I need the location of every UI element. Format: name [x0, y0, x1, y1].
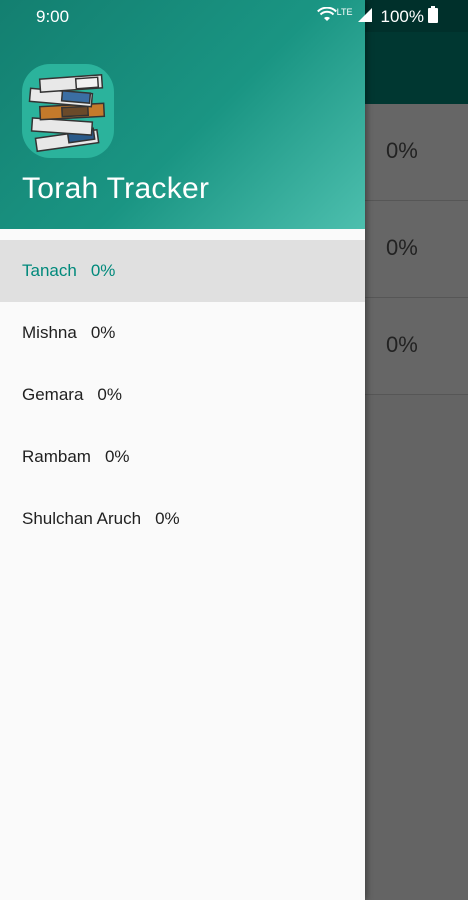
- drawer-menu: Tanach 0% Mishna 0% Gemara 0% Rambam 0% …: [0, 240, 365, 550]
- navigation-drawer: Torah Tracker Tanach 0% Mishna 0% Gemara…: [0, 0, 365, 900]
- status-time: 9:00: [36, 7, 70, 26]
- wifi-icon: [316, 6, 337, 28]
- battery-icon: [428, 6, 438, 28]
- books-stack-logo: [22, 64, 114, 158]
- app-title: Torah Tracker: [22, 172, 210, 205]
- drawer-item-shulchan-aruch[interactable]: Shulchan Aruch 0%: [0, 488, 365, 550]
- drawer-item-percent: 0%: [90, 323, 116, 342]
- drawer-item-gemara[interactable]: Gemara 0%: [0, 364, 365, 426]
- drawer-item-label: Rambam: [22, 447, 91, 466]
- drawer-item-percent: 0%: [104, 447, 130, 466]
- drawer-item-percent: 0%: [90, 261, 116, 280]
- drawer-item-rambam[interactable]: Rambam 0%: [0, 426, 365, 488]
- drawer-item-percent: 0%: [97, 385, 122, 404]
- status-bar: 9:00 LTE 100%: [0, 0, 468, 32]
- drawer-item-mishna[interactable]: Mishna 0%: [0, 302, 365, 364]
- drawer-item-label: Gemara: [22, 385, 84, 404]
- drawer-item-tanach[interactable]: Tanach 0%: [0, 240, 365, 302]
- network-type: LTE: [336, 7, 353, 17]
- drawer-item-label: Mishna: [22, 323, 77, 342]
- drawer-item-label: Shulchan Aruch: [22, 509, 142, 528]
- drawer-item-label: Tanach: [22, 261, 77, 280]
- signal-icon: [357, 7, 373, 28]
- drawer-item-percent: 0%: [155, 509, 180, 528]
- battery-percent: 100%: [380, 7, 424, 26]
- drawer-header: Torah Tracker: [0, 0, 365, 229]
